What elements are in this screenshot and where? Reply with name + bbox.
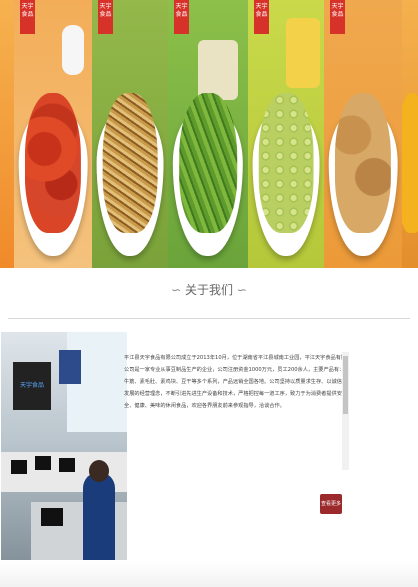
food-image bbox=[334, 93, 392, 233]
office-worker-head bbox=[89, 460, 109, 482]
scrollbar-thumb[interactable] bbox=[343, 356, 348, 414]
view-more-button[interactable]: 查看更多 bbox=[320, 494, 342, 514]
brand-logo: 天宇食品 bbox=[330, 0, 345, 34]
banner-tile-spicy-chicken[interactable]: 天宇食品 bbox=[14, 0, 92, 268]
product-banner[interactable]: 天宇食品 天宇食品 天宇食品 天宇食品 天宇食品 bbox=[0, 0, 418, 268]
product-bag bbox=[62, 25, 84, 75]
wave-deco-right-icon: ∽ bbox=[236, 283, 247, 297]
food-image bbox=[24, 93, 82, 233]
food-image bbox=[258, 93, 314, 233]
monitor bbox=[59, 458, 75, 472]
about-title: 关于我们 bbox=[184, 283, 233, 297]
food-image bbox=[179, 93, 237, 233]
office-photo: 天宇食品 bbox=[1, 332, 127, 580]
office-poster bbox=[59, 350, 81, 384]
product-bag bbox=[286, 18, 320, 88]
monitor bbox=[11, 460, 27, 474]
monitor bbox=[35, 456, 51, 470]
about-scrollbar[interactable] bbox=[342, 352, 349, 470]
banner-tile-green-peas[interactable]: 天宇食品 bbox=[248, 0, 324, 268]
divider bbox=[8, 318, 410, 319]
banner-tile-rice-crisps[interactable]: 天宇食品 bbox=[324, 0, 402, 268]
banner-tile-edge-right bbox=[402, 0, 418, 268]
wave-deco-left-icon: ∽ bbox=[171, 283, 182, 297]
brand-logo: 天宇食品 bbox=[20, 0, 35, 34]
banner-tile-green-beans[interactable]: 天宇食品 bbox=[168, 0, 248, 268]
food-image bbox=[402, 93, 418, 233]
office-logo-screen: 天宇食品 bbox=[13, 362, 51, 410]
footer-shade bbox=[0, 560, 418, 587]
banner-tile-noodle-sticks[interactable]: 天宇食品 bbox=[92, 0, 168, 268]
food-image bbox=[102, 93, 158, 233]
brand-logo: 天宇食品 bbox=[98, 0, 113, 34]
about-text: 平江县天宇食品有限公司成立于2013年10月，位于湖南省平江县城南工业园，平江天… bbox=[124, 355, 350, 409]
monitor bbox=[41, 508, 63, 526]
brand-logo: 天宇食品 bbox=[174, 0, 189, 34]
brand-logo: 天宇食品 bbox=[254, 0, 269, 34]
banner-tile-edge-left bbox=[0, 0, 14, 268]
product-bag bbox=[198, 40, 238, 100]
about-heading: ∽ 关于我们 ∽ bbox=[0, 281, 418, 298]
